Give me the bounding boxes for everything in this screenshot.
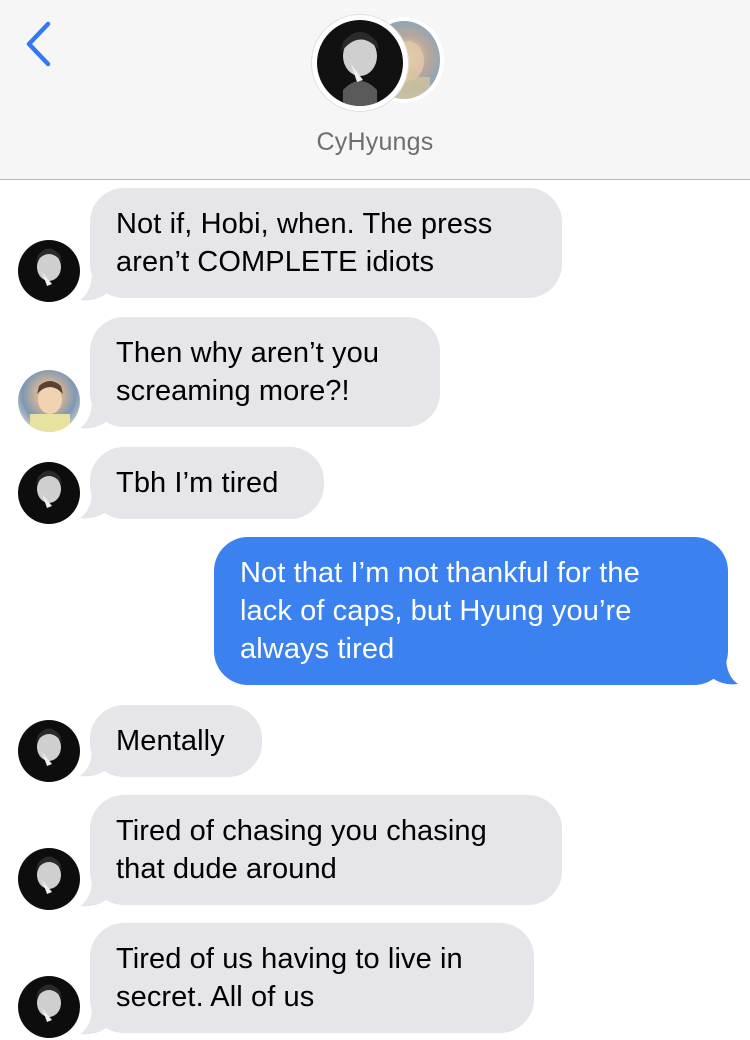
member-avatar-primary — [312, 15, 408, 111]
messages-screen: CyHyungs Not if, Hobi, when. The press a… — [0, 0, 750, 1040]
sender-avatar[interactable] — [18, 462, 80, 524]
sender-avatar[interactable] — [18, 848, 80, 910]
conversation-header: CyHyungs — [0, 0, 750, 180]
message-bubble-outgoing[interactable]: Not that I’m not thankful for the lack o… — [214, 537, 728, 685]
sender-avatar[interactable] — [18, 720, 80, 782]
sender-avatar[interactable] — [18, 240, 80, 302]
sender-avatar[interactable] — [18, 370, 80, 432]
conversation-title[interactable]: CyHyungs — [0, 128, 750, 157]
group-avatar[interactable] — [312, 15, 444, 111]
chevron-left-icon — [26, 21, 51, 67]
message-bubble-incoming[interactable]: Then why aren’t you screaming more?! — [90, 317, 440, 427]
message-bubble-incoming[interactable]: Mentally — [90, 705, 262, 777]
message-bubble-incoming[interactable]: Tired of us having to live in secret. Al… — [90, 923, 534, 1033]
message-bubble-incoming[interactable]: Tired of chasing you chasing that dude a… — [90, 795, 562, 905]
message-list: Not if, Hobi, when. The press aren’t COM… — [0, 180, 750, 1040]
back-button[interactable] — [22, 20, 62, 70]
message-bubble-incoming[interactable]: Not if, Hobi, when. The press aren’t COM… — [90, 188, 562, 298]
message-bubble-incoming[interactable]: Tbh I’m tired — [90, 447, 324, 519]
sender-avatar[interactable] — [18, 976, 80, 1038]
